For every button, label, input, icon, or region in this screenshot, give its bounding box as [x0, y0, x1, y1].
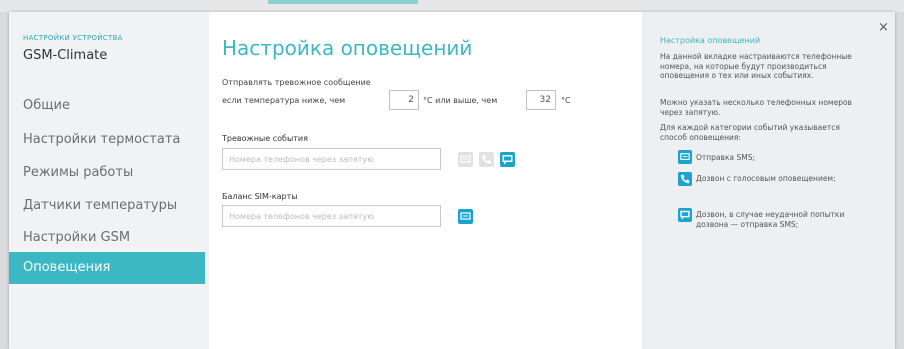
call-then-sms-icon: [678, 208, 692, 222]
device-name: GSM-Climate: [23, 48, 108, 63]
call-then-sms-icon: [502, 155, 513, 165]
alarm-low-label: если температура ниже, чем: [222, 96, 346, 105]
sms-icon: [678, 150, 692, 164]
sidebar-item-notifications[interactable]: Оповещения: [9, 252, 205, 284]
sms-icon: [460, 212, 471, 220]
low-temp-input[interactable]: 2: [389, 90, 419, 110]
page-title: Настройка оповещений: [222, 36, 473, 60]
balance-title: Баланс SIM-карты: [222, 192, 298, 201]
alarm-high-label: °C или выше, чем: [423, 96, 498, 105]
help-item-call-sms: Дозвон, в случае неудачной попытки дозво…: [696, 210, 845, 229]
help-paragraph-2: Можно указать несколько телефонных номер…: [660, 98, 852, 117]
help-panel: × Настройка оповещений На данной вкладке…: [642, 12, 895, 349]
balance-sms-toggle[interactable]: [458, 209, 473, 224]
close-icon[interactable]: ×: [878, 20, 889, 35]
sidebar-item-general[interactable]: Общие: [9, 90, 205, 122]
help-title: Настройка оповещений: [660, 36, 761, 45]
events-call-sms-toggle[interactable]: [500, 152, 515, 167]
events-phones-input[interactable]: [222, 148, 441, 170]
events-sms-toggle[interactable]: [458, 152, 473, 167]
high-temp-input[interactable]: 32: [526, 90, 556, 110]
sidebar-kicker: НАСТРОЙКИ УСТРОЙСТВА: [23, 34, 123, 42]
top-accent-bar: [268, 0, 418, 4]
phone-call-icon: [482, 155, 491, 164]
phone-call-icon: [678, 172, 692, 186]
balance-phones-input[interactable]: [222, 205, 441, 227]
events-title: Тревожные события: [222, 134, 308, 143]
sidebar: НАСТРОЙКИ УСТРОЙСТВА GSM-Climate Общие Н…: [9, 12, 209, 349]
unit-label: °C: [561, 96, 571, 105]
help-item-call: Дозвон с голосовым оповещением;: [696, 174, 836, 183]
help-paragraph-1: На данной вкладке настраиваются телефонн…: [660, 52, 852, 80]
top-strip: [0, 0, 904, 12]
sidebar-item-sensors[interactable]: Датчики температуры: [9, 190, 205, 222]
sidebar-item-gsm[interactable]: Настройки GSM: [9, 222, 205, 254]
settings-window: НАСТРОЙКИ УСТРОЙСТВА GSM-Climate Общие Н…: [9, 12, 895, 349]
help-item-sms: Отправка SMS;: [696, 153, 755, 162]
alarm-label: Отправлять тревожное сообщение: [222, 78, 371, 87]
help-paragraph-3: Для каждой категории событий указывается…: [660, 123, 840, 142]
sidebar-item-thermostat[interactable]: Настройки термостата: [9, 124, 205, 156]
events-call-toggle[interactable]: [479, 152, 494, 167]
sms-icon: [460, 155, 471, 163]
main-panel: Настройка оповещений Отправлять тревожно…: [209, 12, 642, 349]
sidebar-item-modes[interactable]: Режимы работы: [9, 157, 205, 189]
